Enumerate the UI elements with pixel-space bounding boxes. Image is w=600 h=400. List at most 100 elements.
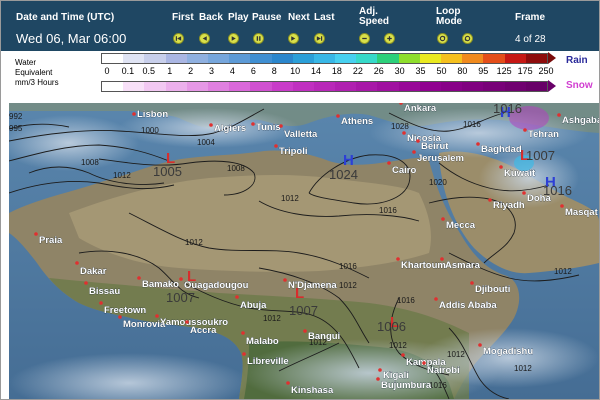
legend-tick-label: 1 [167, 66, 173, 76]
city-label: Bangui [308, 331, 340, 342]
city-label: Ankara [404, 103, 437, 114]
city-marker [75, 261, 79, 265]
isobar-label: 1016 [397, 296, 415, 305]
legend-tick-label: 18 [331, 66, 342, 76]
rain-scale-swatch [313, 54, 336, 63]
city-marker [476, 142, 480, 146]
frame-counter: 4 of 28 [515, 34, 546, 45]
legend-tick-label: 0.1 [121, 66, 135, 76]
rain-scale-swatch [123, 54, 145, 63]
isobar-label: 1016 [339, 262, 357, 271]
rain-scale-left-arrow [93, 52, 101, 64]
snow-scale-swatch [186, 82, 208, 91]
rain-scale-swatch [483, 54, 505, 63]
rock-loop-icon [464, 35, 471, 42]
legend-tick-label: 175 [517, 66, 533, 76]
next-label: Next [288, 12, 310, 23]
city-label: Bujumbura [381, 380, 432, 391]
city-label: Doha [527, 193, 551, 204]
rain-scale-swatch [229, 54, 251, 63]
isobar-label: 1028 [391, 122, 409, 131]
isobar-label: 1012 [185, 238, 203, 247]
low-pressure-value: 1007 [289, 303, 318, 318]
loop-mode-label: Loop Mode [436, 7, 462, 27]
speed-increase-button[interactable] [384, 33, 395, 44]
isobar-label: 1012 [263, 314, 281, 323]
play-label: Play [228, 12, 249, 23]
city-label: Cairo [392, 165, 416, 176]
city-marker [118, 315, 122, 319]
city-marker [84, 281, 88, 285]
frame-label: Frame [515, 12, 546, 23]
city-marker [522, 191, 526, 195]
city-marker [286, 381, 290, 385]
back-button[interactable] [199, 33, 210, 44]
city-marker [99, 301, 103, 305]
isobar-label: 1012 [389, 341, 407, 350]
snow-scale-left-arrow [93, 80, 101, 92]
snow-scale-swatch [207, 82, 230, 91]
snow-scale-swatch [525, 82, 547, 91]
city-label: Kinshasa [291, 385, 334, 396]
snow-color-scale [101, 81, 548, 92]
legend-tick-label: 50 [436, 66, 447, 76]
city-label: Mecca [446, 220, 476, 231]
legend-tick-label: 2 [188, 66, 194, 76]
forecast-map: 992 995 1000 1004 1008 1012 1008 1012 10… [9, 103, 599, 399]
pause-icon [256, 36, 261, 41]
rain-scale-swatch [250, 54, 272, 63]
last-label: Last [314, 12, 335, 23]
snow-scale-swatch [165, 82, 187, 91]
first-button[interactable] [173, 33, 184, 44]
city-label: Beirut [421, 141, 449, 152]
snow-scale-swatch [398, 82, 420, 91]
city-label: Praia [39, 235, 63, 246]
back-label: Back [199, 12, 223, 23]
first-label: First [172, 12, 194, 23]
city-marker [401, 353, 405, 357]
rain-scale-swatch [419, 54, 441, 63]
legend-tick-label: 14 [311, 66, 322, 76]
loop-mode-button-2[interactable] [462, 33, 473, 44]
city-marker [378, 368, 382, 372]
low-pressure-value: 1006 [377, 319, 406, 334]
snow-label: Snow [566, 80, 593, 91]
city-label: Abuja [240, 300, 267, 311]
rain-scale-swatch [441, 54, 463, 63]
city-label: Athens [341, 116, 373, 127]
last-button[interactable] [314, 33, 325, 44]
snow-scale-swatch [483, 82, 505, 91]
city-marker [185, 320, 189, 324]
city-marker [478, 343, 482, 347]
city-label: Dakar [80, 266, 107, 277]
loop-mode-button-1[interactable] [437, 33, 448, 44]
city-label: Accra [190, 325, 217, 336]
skip-last-icon [316, 36, 323, 41]
play-button[interactable] [228, 33, 239, 44]
datetime-label: Date and Time (UTC) [16, 12, 115, 23]
city-marker [209, 123, 213, 127]
speed-label: Adj. Speed [359, 7, 389, 27]
city-label: Ouagadougou [184, 280, 249, 291]
speed-decrease-button[interactable] [359, 33, 370, 44]
snow-scale-swatch [271, 82, 293, 91]
next-button[interactable] [288, 33, 299, 44]
legend-tick-label: 0 [104, 66, 110, 76]
low-pressure-value: 1007 [526, 148, 555, 163]
isobar-label: 1012 [339, 281, 357, 290]
rain-scale-swatch [207, 54, 230, 63]
skip-first-icon [175, 36, 182, 41]
cloud-band [419, 328, 599, 388]
city-label: Tehran [528, 129, 559, 140]
high-pressure-value: 1024 [329, 167, 358, 182]
pause-button[interactable] [253, 33, 264, 44]
play-icon [231, 36, 236, 41]
city-marker [488, 198, 492, 202]
city-label: Lisbon [137, 109, 168, 120]
city-marker [155, 314, 159, 318]
step-forward-icon [291, 36, 296, 41]
city-marker [132, 112, 136, 116]
rain-scale-swatch [504, 54, 526, 63]
isobar-label: 1020 [429, 178, 447, 187]
city-marker [560, 204, 564, 208]
